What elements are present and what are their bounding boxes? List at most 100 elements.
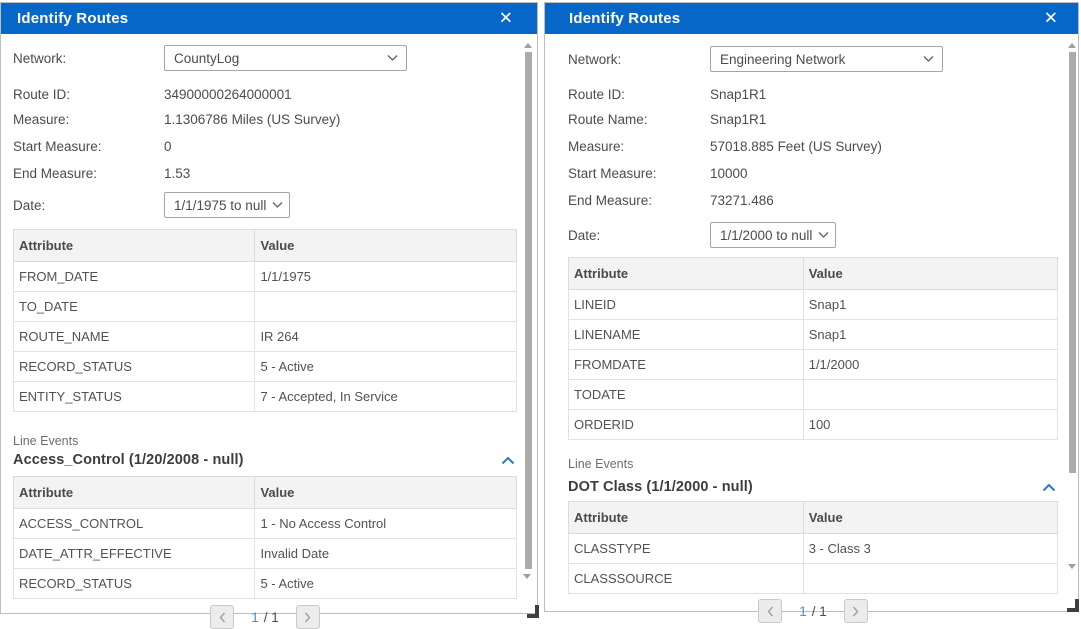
value-cell: IR 264 (255, 322, 517, 352)
value-cell: 1 - No Access Control (255, 509, 517, 539)
measure-label: Measure: (13, 112, 164, 127)
table-row: DATE_ATTR_EFFECTIVEInvalid Date (14, 539, 517, 569)
current-page: 1 (799, 604, 807, 619)
attr-cell: FROM_DATE (14, 262, 255, 292)
attr-cell: ORDERID (569, 410, 804, 440)
table-row: FROMDATE1/1/2000 (569, 350, 1058, 380)
network-field-row: Network: Engineering Network (568, 46, 1058, 72)
value-column-header: Value (255, 477, 517, 509)
attr-cell: DATE_ATTR_EFFECTIVE (14, 539, 255, 569)
end-measure-value: 1.53 (164, 166, 190, 181)
table-row: TO_DATE (14, 292, 517, 322)
panel-body: Network: Engineering Network Route ID: S… (545, 46, 1078, 623)
value-cell: Snap1 (803, 320, 1057, 350)
route-name-value: Snap1R1 (710, 112, 766, 127)
page-indicator: 1 / 1 (251, 610, 279, 625)
workspace: Identify Routes ✕ Network: CountyLog Rou… (0, 0, 1081, 622)
page-indicator: 1 / 1 (799, 604, 827, 619)
close-icon[interactable]: ✕ (1042, 8, 1060, 29)
end-measure-value: 73271.486 (710, 193, 774, 208)
table-row: FROM_DATE1/1/1975 (14, 262, 517, 292)
route-id-value: Snap1R1 (710, 87, 766, 102)
end-measure-row: End Measure: 73271.486 (568, 187, 1058, 214)
value-column-header: Value (803, 502, 1057, 534)
start-measure-label: Start Measure: (13, 139, 164, 154)
date-select[interactable]: 1/1/1975 to null (164, 192, 290, 218)
table-header-row: Attribute Value (569, 258, 1058, 290)
value-column-header: Value (255, 230, 517, 262)
measure-value: 1.1306786 Miles (US Survey) (164, 112, 340, 127)
scrollbar-down-arrow-icon[interactable] (1068, 564, 1076, 569)
next-page-button[interactable] (844, 599, 868, 623)
line-event-title: DOT Class (1/1/2000 - null) (568, 479, 753, 495)
network-field-row: Network: CountyLog (13, 45, 517, 71)
route-id-label: Route ID: (13, 87, 164, 102)
value-cell (803, 380, 1057, 410)
table-row: ORDERID100 (569, 410, 1058, 440)
start-measure-row: Start Measure: 10000 (568, 160, 1058, 187)
value-cell (803, 564, 1057, 594)
end-measure-label: End Measure: (568, 193, 710, 208)
scrollbar-up-arrow-icon[interactable] (524, 43, 532, 48)
start-measure-label: Start Measure: (568, 166, 710, 181)
previous-page-button[interactable] (210, 605, 234, 629)
date-label: Date: (13, 198, 164, 213)
scrollbar-thumb[interactable] (1069, 52, 1076, 473)
attr-cell: RECORD_STATUS (14, 569, 255, 599)
value-cell: 1/1/1975 (255, 262, 517, 292)
table-row: RECORD_STATUS5 - Active (14, 352, 517, 382)
line-event-attributes-table: Attribute Value CLASSTYPE3 - Class 3 CLA… (568, 501, 1058, 594)
panel-title: Identify Routes (17, 10, 128, 27)
identify-routes-panel-left: Identify Routes ✕ Network: CountyLog Rou… (0, 2, 538, 614)
attr-cell: TODATE (569, 380, 804, 410)
line-event-header: Access_Control (1/20/2008 - null) (13, 451, 517, 469)
close-icon[interactable]: ✕ (497, 8, 515, 29)
attr-cell: LINEID (569, 290, 804, 320)
value-cell: Snap1 (803, 290, 1057, 320)
scrollbar-thumb[interactable] (525, 52, 532, 569)
pagination: 1 / 1 (13, 605, 517, 629)
table-row: LINENAMESnap1 (569, 320, 1058, 350)
route-name-row: Route Name: Snap1R1 (568, 106, 1058, 133)
network-select-value: Engineering Network (720, 52, 845, 67)
attr-cell: RECORD_STATUS (14, 352, 255, 382)
next-page-button[interactable] (296, 605, 320, 629)
table-row: TODATE (569, 380, 1058, 410)
value-cell: 1/1/2000 (803, 350, 1057, 380)
line-events-label: Line Events (568, 457, 1058, 471)
network-select[interactable]: Engineering Network (710, 46, 943, 72)
chevron-down-icon (923, 56, 934, 63)
value-cell: 100 (803, 410, 1057, 440)
value-column-header: Value (803, 258, 1057, 290)
value-cell: 5 - Active (255, 569, 517, 599)
panel-body: Network: CountyLog Route ID: 34900000264… (1, 45, 537, 624)
identify-routes-panel-right: Identify Routes ✕ Network: Engineering N… (544, 2, 1079, 612)
previous-page-button[interactable] (758, 599, 782, 623)
date-select[interactable]: 1/1/2000 to null (710, 222, 836, 248)
measure-row: Measure: 1.1306786 Miles (US Survey) (13, 106, 517, 133)
scrollbar-down-arrow-icon[interactable] (523, 574, 531, 579)
attr-cell: CLASSSOURCE (569, 564, 804, 594)
resize-grip-icon[interactable] (1067, 599, 1079, 612)
resize-grip-icon[interactable] (527, 605, 539, 618)
scrollbar-up-arrow-icon[interactable] (1068, 43, 1076, 48)
attr-cell: CLASSTYPE (569, 534, 804, 564)
attr-cell: FROMDATE (569, 350, 804, 380)
network-label: Network: (13, 51, 164, 66)
measure-label: Measure: (568, 139, 710, 154)
measure-row: Measure: 57018.885 Feet (US Survey) (568, 133, 1058, 160)
route-attributes-table: Attribute Value FROM_DATE1/1/1975 TO_DAT… (13, 229, 517, 412)
route-id-value: 34900000264000001 (164, 87, 292, 102)
network-select[interactable]: CountyLog (164, 45, 407, 71)
date-field-row: Date: 1/1/1975 to null (13, 192, 517, 218)
date-select-value: 1/1/1975 to null (174, 198, 266, 213)
page-total: / 1 (812, 604, 827, 619)
attribute-column-header: Attribute (14, 477, 255, 509)
date-label: Date: (568, 228, 710, 243)
table-row: CLASSSOURCE (569, 564, 1058, 594)
start-measure-value: 0 (164, 139, 172, 154)
attr-cell: ROUTE_NAME (14, 322, 255, 352)
chevron-up-icon[interactable] (1040, 481, 1058, 494)
chevron-up-icon[interactable] (499, 454, 517, 467)
attr-cell: LINENAME (569, 320, 804, 350)
